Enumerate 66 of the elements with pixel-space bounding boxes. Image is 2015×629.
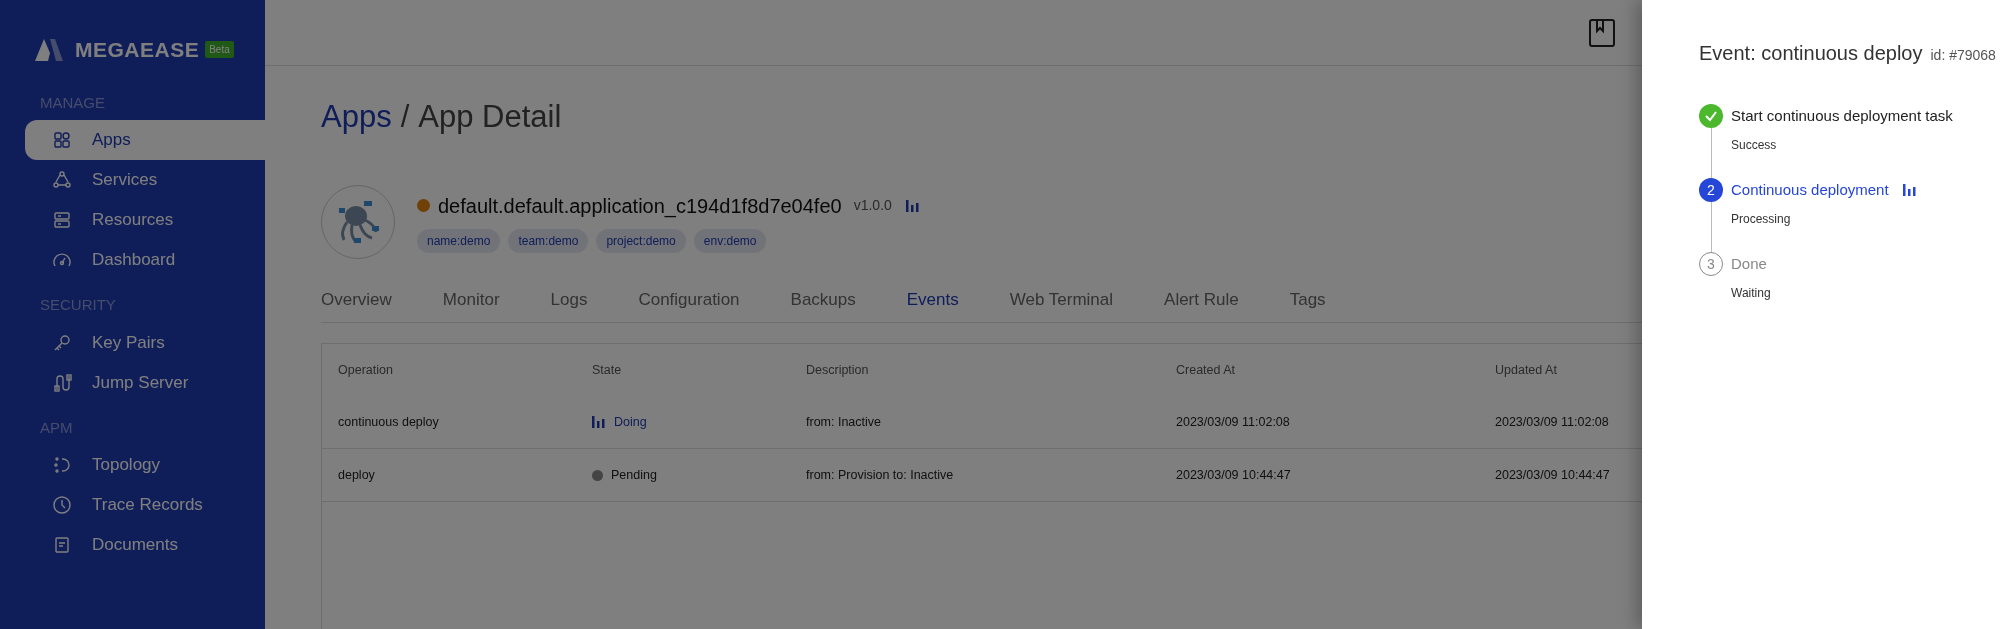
step-detail: Waiting [1731,285,1771,302]
tag-pill: env:demo [693,228,767,253]
column-header: Description [806,361,870,379]
tag-pill: project:demo [596,228,686,253]
step-title: Continuous deployment [1731,179,1889,200]
clock-icon [52,495,72,515]
app-name: default.default.application_c194d1f8d7e04fe0 [438,193,842,220]
table-cell-text: 2023/03/09 11:02:08 [1495,413,1610,431]
tab[interactable]: Events [906,286,959,322]
topology-icon [52,455,72,475]
breadcrumb-link[interactable]: Apps [321,94,392,141]
tag-pill: name:demo [417,228,501,253]
progress-icon [1902,184,1917,196]
nodes-icon [52,170,72,190]
server-icon [52,210,72,230]
column-header: Updated At [1495,361,1558,379]
document-icon [52,535,72,555]
bookmark-icon [1589,18,1615,47]
column-header: Created At [1176,361,1237,379]
sidebar-item[interactable]: Topology [25,445,265,485]
step-title: Done [1731,253,1767,274]
tab[interactable]: Tags [1289,286,1326,322]
tab[interactable]: Monitor [442,286,500,322]
table-cell-text: 2023/03/09 10:44:47 [1495,466,1611,484]
sidebar-item[interactable]: Jump Server [25,362,265,403]
tab[interactable]: Web Terminal [1009,286,1114,322]
sidebar-item[interactable]: Key Pairs [25,322,265,363]
sidebar-item[interactable]: Services [25,160,265,200]
page-title: App Detail [418,98,562,136]
tab[interactable]: Configuration [638,286,740,322]
state-label: Pending [611,466,657,484]
key-icon [52,332,72,353]
status-dot [417,199,430,212]
sidebar-item[interactable]: Documents [25,525,265,565]
table-cell-text: from: Inactive [806,413,883,431]
sidebar-item[interactable]: Dashboard [25,240,265,280]
sidebar-item[interactable]: Resources [25,200,265,240]
table-cell-text: continuous deploy [337,413,440,431]
beta-tag: Beta [205,41,234,59]
table-cell-text: deploy [337,466,376,484]
brand-name: MEGAEASE [75,37,200,63]
column-header: State [592,361,623,379]
step-detail: Processing [1731,211,1791,228]
state-label: Doing [614,413,647,431]
tab[interactable]: Logs [550,286,588,322]
progress-icon [905,199,920,212]
jump-icon [52,372,72,393]
drawer-title: Event: continuous deploy [1699,41,1923,66]
sidebar-item[interactable]: Trace Records [25,485,265,525]
step-indicator: 2 [1699,178,1723,202]
grid-icon [52,130,72,150]
step-detail: Success [1731,137,1777,154]
tab[interactable]: Alert Rule [1164,286,1239,322]
tab[interactable]: Overview [321,286,392,322]
app-version: v1.0.0 [853,196,892,215]
event-id: id: #79068 [1930,46,1996,65]
table-cell-text: 2023/03/09 10:44:47 [1176,466,1292,484]
table-cell-text: 2023/03/09 11:02:08 [1176,413,1291,431]
tab[interactable]: Backups [790,286,856,322]
logo-icon [35,38,65,61]
step-title: Start continuous deployment task [1731,105,1953,126]
tag-pill: team:demo [508,228,589,253]
breadcrumb-separator: / [400,98,410,136]
column-header: Operation [337,361,394,379]
table-cell-text: from: Provision to: Inactive [806,466,955,484]
sidebar-item[interactable]: Apps [25,120,265,160]
